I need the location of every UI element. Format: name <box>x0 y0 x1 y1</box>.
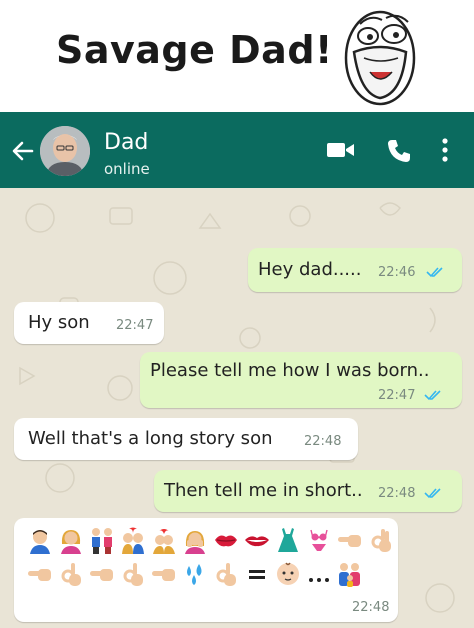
read-receipt-icon <box>424 488 441 499</box>
ok-hand-icon <box>212 560 240 588</box>
woman-hands-on-face-icon <box>181 526 209 554</box>
message-bubble-outgoing[interactable]: Please tell me how I was born.. 22:47 <box>140 352 462 408</box>
pointing-left-icon <box>26 560 54 588</box>
dress-icon <box>274 526 302 554</box>
contact-photo <box>40 126 90 176</box>
message-bubble-outgoing[interactable]: Then tell me in short.. 22:48 <box>154 470 462 512</box>
equals-icon <box>243 560 271 588</box>
ellipsis-icon <box>305 560 333 588</box>
phone-call-icon[interactable] <box>386 138 412 164</box>
bikini-icon <box>305 526 333 554</box>
message-time: 22:46 <box>378 265 416 280</box>
baby-icon <box>274 560 302 588</box>
family-icon <box>336 560 364 588</box>
message-text: Well that's a long story son <box>28 428 273 449</box>
kiss-icon <box>150 526 178 554</box>
man-icon <box>26 526 54 554</box>
back-arrow-icon[interactable] <box>10 138 36 164</box>
read-receipt-icon <box>424 390 441 401</box>
message-time: 22:47 <box>116 318 154 333</box>
troll-face-icon <box>344 10 416 106</box>
pointing-left-icon <box>150 560 178 588</box>
message-time: 22:47 <box>378 388 416 403</box>
message-time: 22:48 <box>352 600 390 615</box>
pointing-left-icon <box>88 560 116 588</box>
contact-name[interactable]: Dad <box>104 130 148 155</box>
woman-icon <box>57 526 85 554</box>
message-bubble-incoming[interactable]: Hy son 22:47 <box>14 302 164 344</box>
meme-title-bar: Savage Dad! <box>0 0 474 112</box>
message-bubble-outgoing[interactable]: Hey dad..... 22:46 <box>248 248 462 292</box>
message-time: 22:48 <box>304 434 342 449</box>
ok-hand-icon <box>57 560 85 588</box>
avatar[interactable] <box>40 126 90 176</box>
chat-area[interactable]: Hey dad..... 22:46 Hy son 22:47 Please t… <box>0 188 474 628</box>
emoji-line-2 <box>26 560 364 588</box>
message-text: Then tell me in short.. <box>164 480 363 501</box>
message-bubble-incoming[interactable]: 22:48 <box>14 518 398 622</box>
emoji-line-1 <box>26 526 395 554</box>
message-text: Please tell me how I was born.. <box>150 360 430 381</box>
contact-status: online <box>104 160 150 178</box>
meme-title: Savage Dad! <box>56 28 333 72</box>
ok-hand-icon <box>367 526 395 554</box>
mouth-lips-icon <box>243 526 271 554</box>
read-receipt-icon <box>426 267 443 278</box>
couple-holding-hands-icon <box>88 526 116 554</box>
video-call-icon[interactable] <box>326 140 356 160</box>
message-bubble-incoming[interactable]: Well that's a long story son 22:48 <box>14 418 358 460</box>
couple-with-heart-icon <box>119 526 147 554</box>
message-text: Hey dad..... <box>258 259 362 280</box>
pointing-left-icon <box>336 526 364 554</box>
sweat-droplets-icon <box>181 560 209 588</box>
message-time: 22:48 <box>378 486 416 501</box>
message-text: Hy son <box>28 312 90 333</box>
ok-hand-icon <box>119 560 147 588</box>
more-options-icon[interactable] <box>438 137 452 163</box>
lips-kiss-mark-icon <box>212 526 240 554</box>
